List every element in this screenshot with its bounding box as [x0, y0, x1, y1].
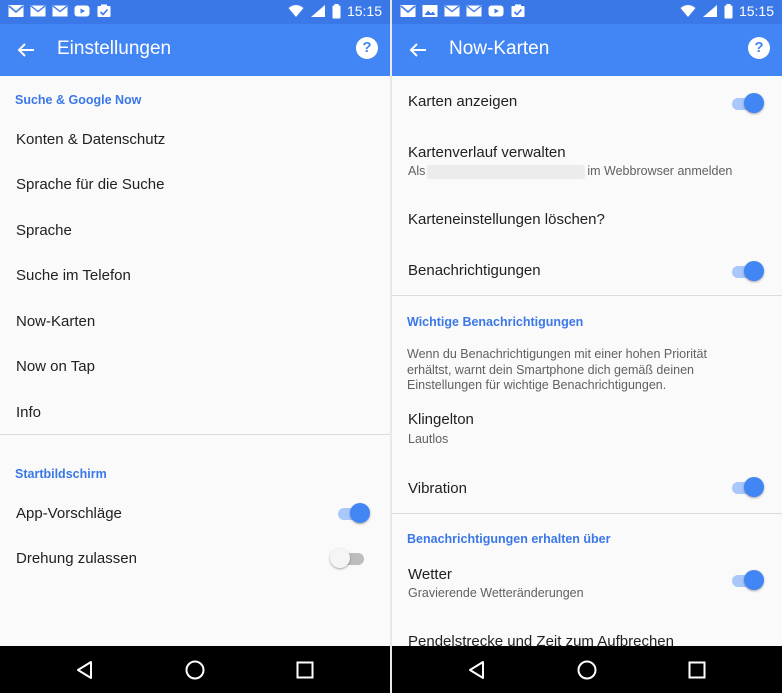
- item-label: Sprache: [16, 222, 72, 239]
- now-cards-screen: 15:15 Now-Karten ? Karten anzeigen Karte…: [392, 0, 782, 693]
- item-sub: Lautlos: [408, 432, 449, 446]
- section-header-search: Suche & Google Now: [15, 93, 142, 107]
- help-icon[interactable]: ?: [748, 37, 770, 59]
- nav-home-icon[interactable]: [183, 658, 207, 682]
- settings-item-rotation[interactable]: Drehung zulassen: [0, 539, 390, 579]
- gmail-icon: [400, 5, 416, 17]
- gmail-icon: [8, 5, 24, 17]
- signal-icon: [310, 5, 325, 17]
- mail-icon: [466, 5, 482, 17]
- notifications-item[interactable]: Benachrichtigungen: [392, 250, 782, 294]
- item-label: Wetter: [408, 566, 452, 583]
- settings-item-info[interactable]: Info: [0, 393, 390, 433]
- settings-item-phone-search[interactable]: Suche im Telefon: [0, 256, 390, 296]
- app-suggestions-toggle[interactable]: [338, 502, 370, 526]
- section-divider: [0, 434, 390, 435]
- app-bar: Now-Karten ?: [392, 24, 782, 76]
- battery-icon: [332, 3, 341, 18]
- youtube-icon: [74, 5, 90, 17]
- item-label: Konten & Datenschutz: [16, 131, 166, 148]
- settings-item-now-on-tap[interactable]: Now on Tap: [0, 347, 390, 387]
- card-history-item[interactable]: Kartenverlauf verwalten Als im Webbrowser…: [392, 132, 782, 184]
- nav-recents-icon[interactable]: [685, 658, 709, 682]
- item-label: Kartenverlauf verwalten: [408, 144, 566, 161]
- tasks-icon: [97, 4, 111, 17]
- delete-card-settings-item[interactable]: Karteneinstellungen löschen?: [392, 198, 782, 242]
- item-label: App-Vorschläge: [16, 505, 122, 522]
- item-sub: Gravierende Wetteränderungen: [408, 586, 584, 600]
- wifi-icon: [680, 5, 696, 17]
- item-label: Klingelton: [408, 411, 474, 428]
- section-header-important: Wichtige Benachrichtigungen: [407, 315, 584, 329]
- settings-item-accounts[interactable]: Konten & Datenschutz: [0, 120, 390, 160]
- settings-item-language[interactable]: Sprache: [0, 211, 390, 251]
- nav-back-icon[interactable]: [73, 658, 97, 682]
- ringtone-item[interactable]: Klingelton Lautlos: [392, 404, 782, 452]
- back-arrow-icon[interactable]: [404, 36, 432, 64]
- show-cards-toggle[interactable]: [732, 92, 764, 116]
- mail-icon: [30, 5, 46, 17]
- vibration-item[interactable]: Vibration: [392, 470, 782, 506]
- status-bar: 15:15: [0, 0, 390, 24]
- section-divider: [392, 295, 782, 296]
- item-label: Now-Karten: [16, 313, 96, 330]
- clock: 15:15: [346, 3, 382, 19]
- weather-toggle[interactable]: [732, 569, 764, 593]
- signal-icon: [702, 5, 717, 17]
- tasks-icon: [511, 4, 525, 17]
- item-label: Benachrichtigungen: [408, 262, 541, 279]
- redacted-account: [427, 164, 586, 179]
- settings-screen: 15:15 Einstellungen ? Suche & Google Now…: [0, 0, 390, 693]
- item-label: Suche im Telefon: [16, 267, 131, 284]
- status-bar: 15:15: [392, 0, 782, 24]
- important-description: Wenn du Benachrichtigungen mit einer hoh…: [407, 347, 707, 392]
- item-label: Drehung zulassen: [16, 550, 137, 567]
- item-label: Sprache für die Suche: [16, 176, 165, 193]
- page-title: Now-Karten: [449, 38, 550, 59]
- mail-icon: [444, 5, 460, 17]
- clock: 15:15: [738, 3, 774, 19]
- section-divider: [392, 513, 782, 514]
- nav-home-icon[interactable]: [575, 658, 599, 682]
- navigation-bar: [392, 646, 782, 693]
- rotation-toggle[interactable]: [330, 547, 366, 571]
- battery-icon: [724, 3, 733, 18]
- navigation-bar: [0, 646, 390, 693]
- nav-back-icon[interactable]: [465, 658, 489, 682]
- show-cards-item[interactable]: Karten anzeigen: [392, 80, 782, 124]
- app-bar: Einstellungen ?: [0, 24, 390, 76]
- page-title: Einstellungen: [57, 38, 172, 59]
- weather-item[interactable]: Wetter Gravierende Wetteränderungen: [392, 560, 782, 608]
- image-icon: [422, 5, 438, 17]
- section-header-receive: Benachrichtigungen erhalten über: [407, 532, 611, 546]
- nav-recents-icon[interactable]: [293, 658, 317, 682]
- vibration-toggle[interactable]: [732, 476, 764, 500]
- item-label: Now on Tap: [16, 358, 95, 375]
- item-label: Karteneinstellungen löschen?: [408, 211, 605, 228]
- settings-item-search-language[interactable]: Sprache für die Suche: [0, 165, 390, 205]
- settings-item-app-suggestions[interactable]: App-Vorschläge: [0, 494, 390, 534]
- settings-item-now-cards[interactable]: Now-Karten: [0, 302, 390, 342]
- mail-icon: [52, 5, 68, 17]
- item-label: Karten anzeigen: [408, 93, 518, 110]
- section-header-home: Startbildschirm: [15, 467, 107, 481]
- item-label: Vibration: [408, 480, 467, 497]
- notifications-toggle[interactable]: [732, 260, 764, 284]
- item-label: Info: [16, 404, 42, 421]
- help-icon[interactable]: ?: [356, 37, 378, 59]
- youtube-icon: [488, 5, 504, 17]
- item-sub: Als im Webbrowser anmelden: [408, 164, 733, 179]
- wifi-icon: [288, 5, 304, 17]
- back-arrow-icon[interactable]: [12, 36, 40, 64]
